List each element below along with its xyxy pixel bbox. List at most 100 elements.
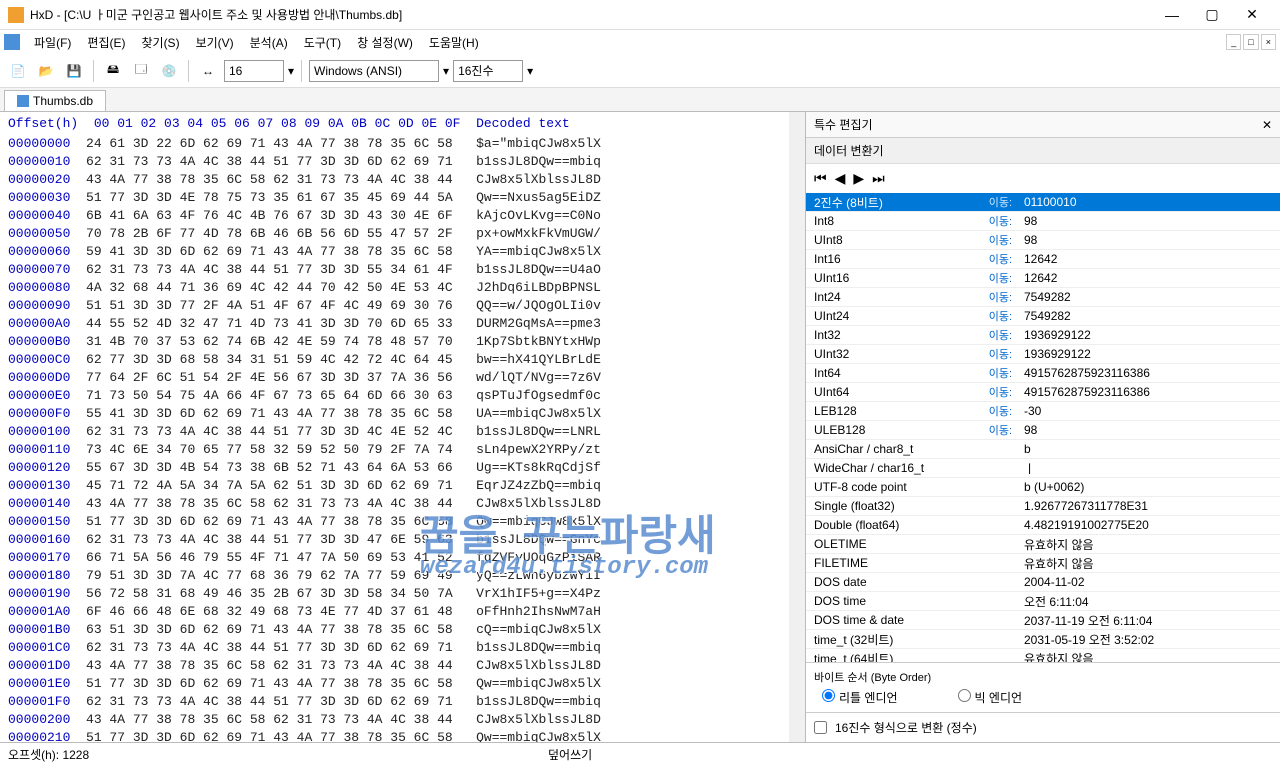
data-type-row[interactable]: OLETIME유효하지 않음 [806,535,1280,554]
little-endian-radio[interactable]: 리틀 엔디언 [822,689,898,706]
hex-row[interactable]: 00000130 45 71 72 4A 5A 34 7A 5A 62 51 3… [8,477,797,495]
data-type-row[interactable]: UInt8이동:98 [806,231,1280,250]
hex-row[interactable]: 000000E0 71 73 50 54 75 4A 66 4F 67 73 6… [8,387,797,405]
hex-row[interactable]: 00000150 51 77 3D 3D 6D 62 69 71 43 4A 7… [8,513,797,531]
dropdown-arrow-icon[interactable]: ▾ [443,64,449,78]
close-button[interactable]: ✕ [1232,1,1272,29]
goto-link[interactable]: 이동: [989,346,1018,362]
encoding-select[interactable] [309,60,439,82]
hex-row[interactable]: 000000C0 62 77 3D 3D 68 58 34 31 51 59 4… [8,351,797,369]
goto-link[interactable]: 이동: [989,194,1018,210]
hex-row[interactable]: 00000040 6B 41 6A 63 4F 76 4C 4B 76 67 3… [8,207,797,225]
hex-row[interactable]: 000000D0 77 64 2F 6C 51 54 2F 4E 56 67 3… [8,369,797,387]
open-icon[interactable]: 📂 [34,59,58,83]
minimize-button[interactable]: — [1152,1,1192,29]
maximize-button[interactable]: ▢ [1192,1,1232,29]
menu-item[interactable]: 편집(E) [79,34,133,52]
data-type-row[interactable]: AnsiChar / char8_tb [806,440,1280,459]
hex-int-checkbox[interactable]: 16진수 형식으로 변환 (정수) [806,712,1280,742]
drive-icon[interactable]: 🖴 [101,59,125,83]
mdi-max-icon[interactable]: □ [1243,34,1258,50]
hex-row[interactable]: 00000180 79 51 3D 3D 7A 4C 77 68 36 79 6… [8,567,797,585]
hex-row[interactable]: 00000140 43 4A 77 38 78 35 6C 58 62 31 7… [8,495,797,513]
data-type-row[interactable]: Int32이동:1936929122 [806,326,1280,345]
data-type-row[interactable]: DOS date2004-11-02 [806,573,1280,592]
hex-row[interactable]: 000000A0 44 55 52 4D 32 47 71 4D 73 41 3… [8,315,797,333]
tab-thumbs-db[interactable]: Thumbs.db [4,90,106,111]
goto-link[interactable]: 이동: [989,384,1018,400]
hex-row[interactable]: 000001F0 62 31 73 73 4A 4C 38 44 51 77 3… [8,693,797,711]
hex-editor[interactable]: Offset(h) 00 01 02 03 04 05 06 07 08 09 … [0,112,805,742]
menu-item[interactable]: 창 설정(W) [349,34,421,52]
data-type-row[interactable]: WideChar / char16_tㅣ [806,459,1280,478]
goto-link[interactable]: 이동: [989,213,1018,229]
hex-row[interactable]: 00000030 51 77 3D 3D 4E 78 75 73 35 61 6… [8,189,797,207]
data-type-row[interactable]: DOS time & date2037-11-19 오전 6:11:04 [806,611,1280,630]
data-type-row[interactable]: Int24이동:7549282 [806,288,1280,307]
hex-row[interactable]: 00000160 62 31 73 73 4A 4C 38 44 51 77 3… [8,531,797,549]
goto-link[interactable]: 이동: [989,327,1018,343]
data-type-row[interactable]: time_t (32비트)2031-05-19 오전 3:52:02 [806,630,1280,649]
new-icon[interactable]: 📄 [6,59,30,83]
first-icon[interactable]: ⏮ [814,170,827,187]
hex-row[interactable]: 00000000 24 61 3D 22 6D 62 69 71 43 4A 7… [8,135,797,153]
next-icon[interactable]: ▶ [853,170,864,187]
dropdown-arrow-icon[interactable]: ▾ [527,64,533,78]
vertical-scrollbar[interactable] [789,112,805,742]
hex-row[interactable]: 00000100 62 31 73 73 4A 4C 38 44 51 77 3… [8,423,797,441]
menu-item[interactable]: 도구(T) [296,34,349,52]
menu-item[interactable]: 찾기(S) [133,34,187,52]
disk-icon[interactable]: 💿 [157,59,181,83]
data-type-row[interactable]: Int64이동:4915762875923116386 [806,364,1280,383]
hex-row[interactable]: 00000120 55 67 3D 3D 4B 54 73 38 6B 52 7… [8,459,797,477]
hex-row[interactable]: 00000200 43 4A 77 38 78 35 6C 58 62 31 7… [8,711,797,729]
goto-link[interactable]: 이동: [989,251,1018,267]
data-type-row[interactable]: FILETIME유효하지 않음 [806,554,1280,573]
hex-row[interactable]: 000000F0 55 41 3D 3D 6D 62 69 71 43 4A 7… [8,405,797,423]
big-endian-radio[interactable]: 빅 엔디언 [958,689,1023,706]
data-type-row[interactable]: time_t (64비트)유효하지 않음 [806,649,1280,662]
data-type-row[interactable]: UInt16이동:12642 [806,269,1280,288]
prev-icon[interactable]: ◀ [835,170,846,187]
refresh-icon[interactable]: ↔ [196,59,220,83]
hex-row[interactable]: 000001C0 62 31 73 73 4A 4C 38 44 51 77 3… [8,639,797,657]
hex-row[interactable]: 000001B0 63 51 3D 3D 6D 62 69 71 43 4A 7… [8,621,797,639]
data-type-row[interactable]: LEB128이동:-30 [806,402,1280,421]
data-type-row[interactable]: 2진수 (8비트)이동:01100010 [806,193,1280,212]
hex-row[interactable]: 000001A0 6F 46 66 48 6E 68 32 49 68 73 4… [8,603,797,621]
hex-row[interactable]: 00000060 59 41 3D 3D 6D 62 69 71 43 4A 7… [8,243,797,261]
hex-row[interactable]: 00000210 51 77 3D 3D 6D 62 69 71 43 4A 7… [8,729,797,742]
hex-row[interactable]: 000001D0 43 4A 77 38 78 35 6C 58 62 31 7… [8,657,797,675]
hex-row[interactable]: 00000190 56 72 58 31 68 49 46 35 2B 67 3… [8,585,797,603]
menu-item[interactable]: 분석(A) [242,34,296,52]
data-type-row[interactable]: Int8이동:98 [806,212,1280,231]
menu-item[interactable]: 파일(F) [26,34,79,52]
hex-row[interactable]: 000001E0 51 77 3D 3D 6D 62 69 71 43 4A 7… [8,675,797,693]
last-icon[interactable]: ⏭ [872,170,885,187]
dropdown-arrow-icon[interactable]: ▾ [288,64,294,78]
data-type-row[interactable]: UInt24이동:7549282 [806,307,1280,326]
data-type-row[interactable]: Single (float32)1.92677267311778E31 [806,497,1280,516]
hex-row[interactable]: 00000020 43 4A 77 38 78 35 6C 58 62 31 7… [8,171,797,189]
hex-row[interactable]: 00000110 73 4C 6E 34 70 65 77 58 32 59 5… [8,441,797,459]
mdi-min-icon[interactable]: _ [1226,34,1241,50]
bytes-per-row-input[interactable] [224,60,284,82]
data-type-row[interactable]: Int16이동:12642 [806,250,1280,269]
goto-link[interactable]: 이동: [989,308,1018,324]
menu-item[interactable]: 보기(V) [188,34,242,52]
radix-select[interactable] [453,60,523,82]
hex-row[interactable]: 000000B0 31 4B 70 37 53 62 74 6B 42 4E 5… [8,333,797,351]
goto-link[interactable]: 이동: [989,422,1018,438]
goto-link[interactable]: 이동: [989,365,1018,381]
menu-item[interactable]: 도움말(H) [421,34,487,52]
data-type-row[interactable]: Double (float64)4.48219191002775E20 [806,516,1280,535]
data-type-row[interactable]: UTF-8 code pointb (U+0062) [806,478,1280,497]
hex-row[interactable]: 00000080 4A 32 68 44 71 36 69 4C 42 44 7… [8,279,797,297]
goto-link[interactable]: 이동: [989,403,1018,419]
goto-link[interactable]: 이동: [989,289,1018,305]
close-panel-icon[interactable]: ✕ [1262,118,1272,132]
hex-row[interactable]: 00000170 66 71 5A 56 46 79 55 4F 71 47 7… [8,549,797,567]
ram-icon[interactable]: 🗔 [129,59,153,83]
goto-link[interactable]: 이동: [989,270,1018,286]
hex-row[interactable]: 00000050 70 78 2B 6F 77 4D 78 6B 46 6B 5… [8,225,797,243]
